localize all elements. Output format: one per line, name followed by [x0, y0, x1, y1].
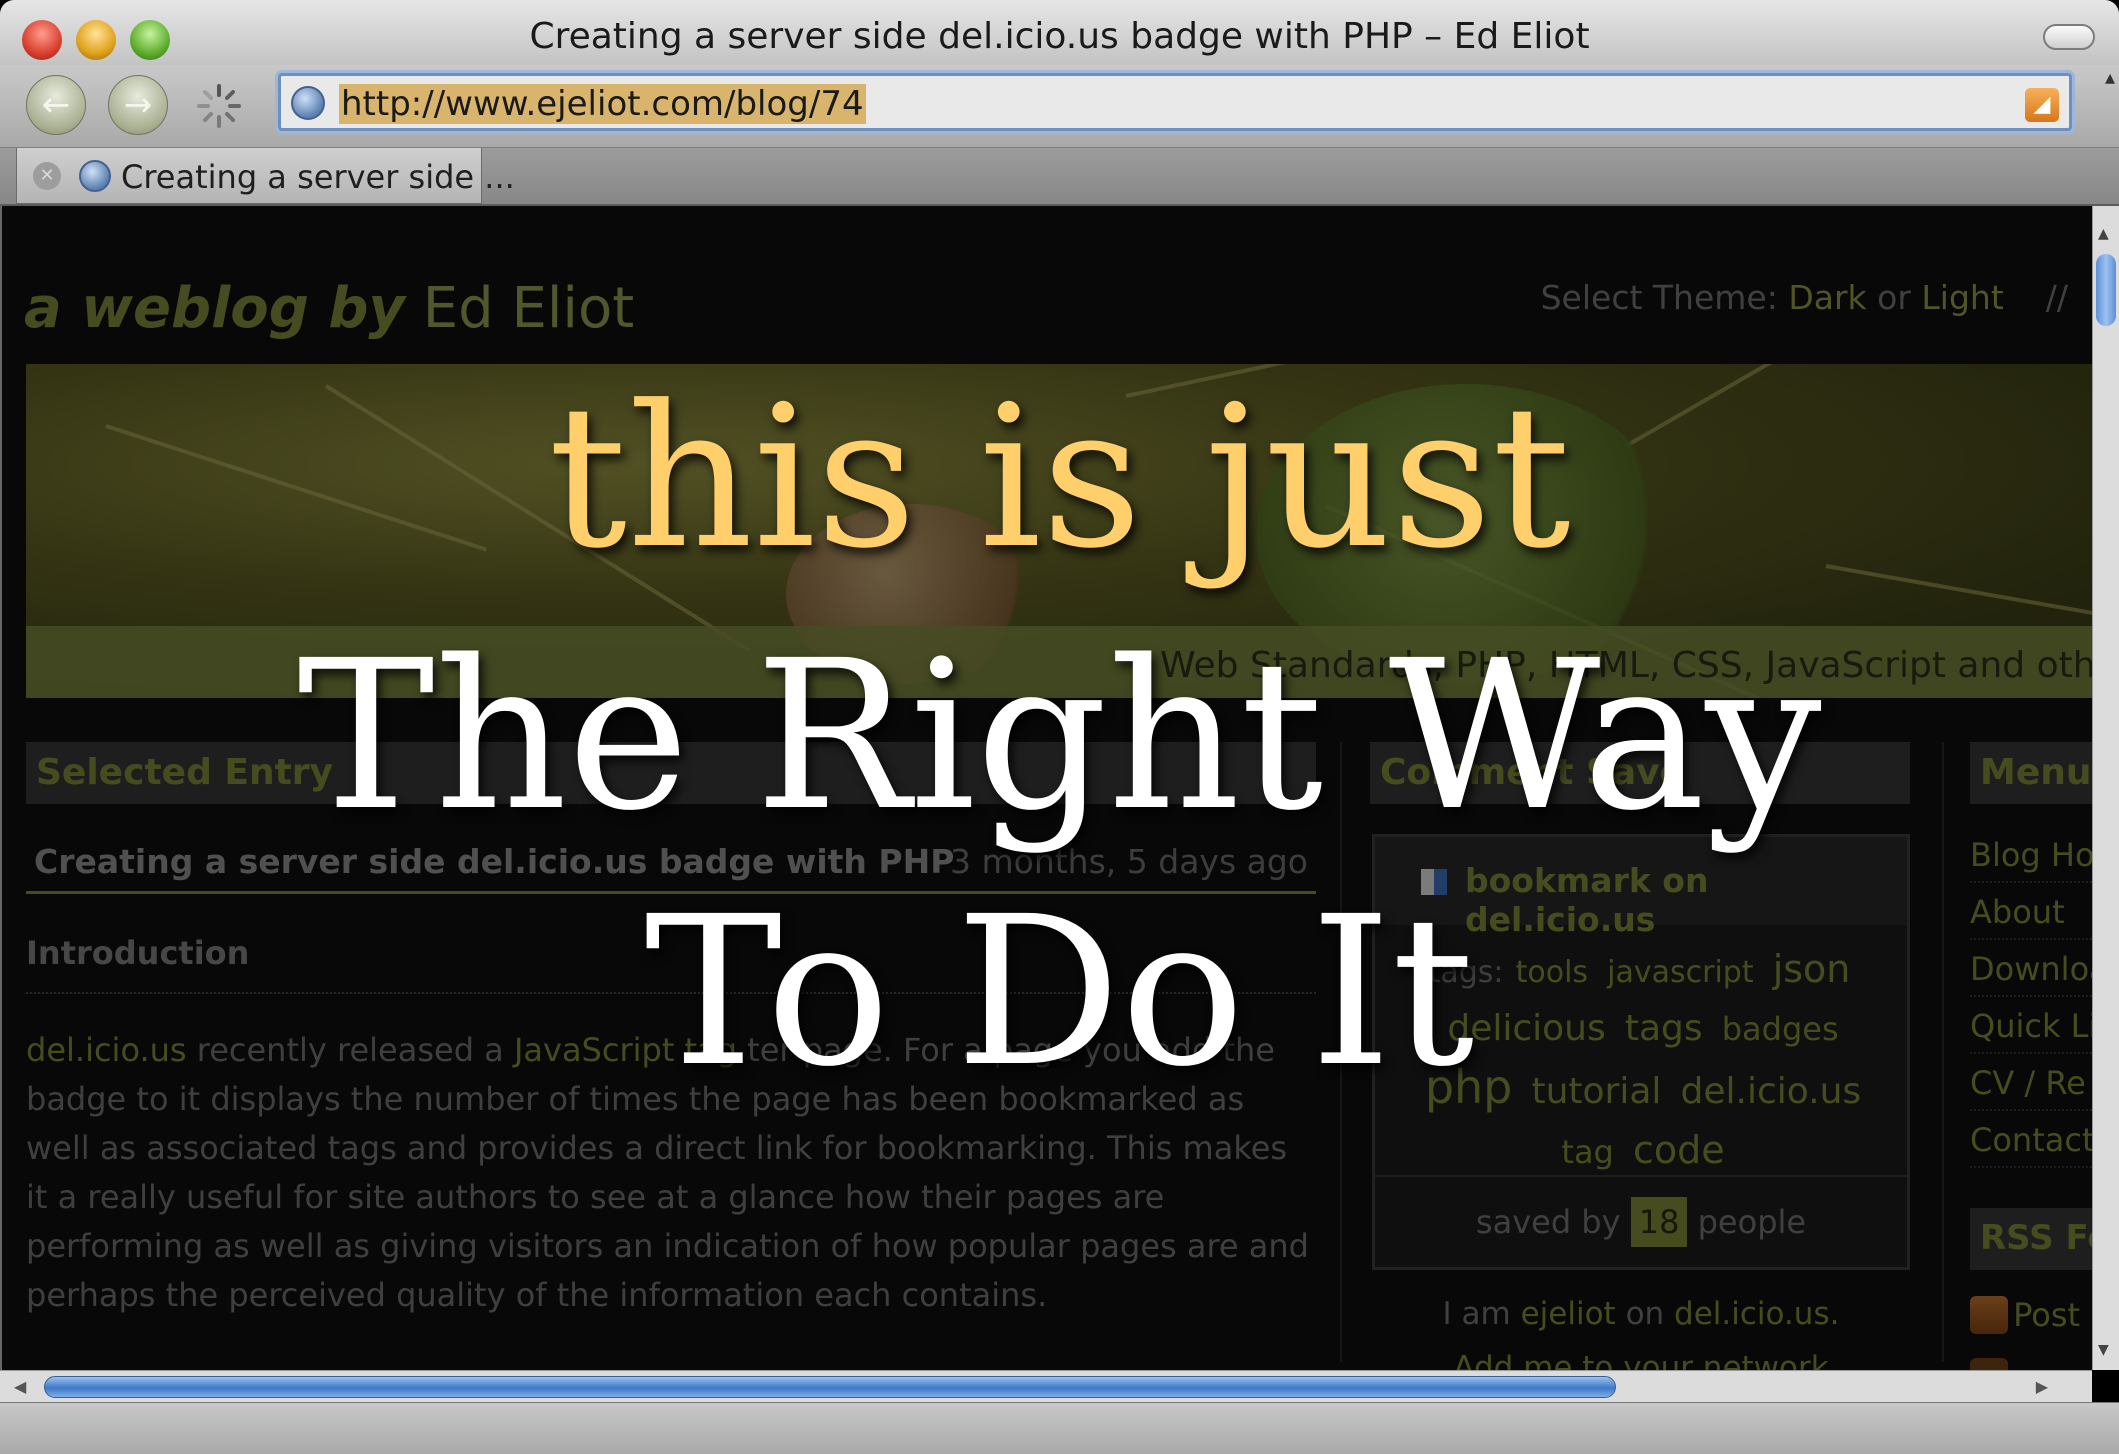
theme-or: or: [1877, 278, 1911, 317]
vertical-scroll-thumb[interactable]: [2096, 254, 2116, 326]
horizontal-scroll-thumb[interactable]: [44, 1376, 1616, 1398]
horizontal-scrollbar[interactable]: ◀ ▶: [0, 1370, 2092, 1402]
status-bar: [0, 1402, 2119, 1454]
rss-feed-icon: [1970, 1296, 2008, 1334]
blog-title-prefix: a weblog by: [24, 276, 405, 341]
scroll-down-icon[interactable]: ▼: [2098, 1342, 2109, 1358]
saved-prefix: saved by: [1475, 1203, 1621, 1241]
slide-line-1: this is just: [548, 364, 1571, 592]
toolbar-toggle-button[interactable]: [2043, 24, 2095, 50]
navigation-toolbar: ← → http://www.ejeliot.com/blog/74 ◢ ▴: [0, 65, 2119, 148]
theme-selector: Select Theme: Dark or Light //: [1541, 278, 2068, 317]
tag-link[interactable]: tag: [1561, 1133, 1613, 1171]
add-to-network-link[interactable]: Add me to your network: [1372, 1350, 1910, 1370]
tag-link[interactable]: code: [1633, 1128, 1725, 1172]
forward-arrow-icon: →: [123, 85, 153, 125]
profile-site-link[interactable]: del.icio.us.: [1674, 1296, 1839, 1332]
saved-count-row: saved by 18 people: [1375, 1175, 1907, 1267]
address-bar[interactable]: http://www.ejeliot.com/blog/74 ◢: [278, 73, 2072, 131]
tab-active[interactable]: ✕ Creating a server side ...: [16, 148, 515, 204]
loading-spinner-icon: [197, 84, 241, 128]
site-globe-icon: [291, 86, 325, 120]
menu-item-contact[interactable]: Contact: [1970, 1111, 2092, 1168]
rss-feeds-heading: RSS Fe: [1970, 1208, 2092, 1270]
theme-prefix: Select Theme:: [1540, 278, 1778, 317]
blog-title-name: Ed Eliot: [422, 276, 635, 341]
iam-mid: on: [1625, 1296, 1665, 1332]
caret-up-icon: ▴: [2104, 65, 2115, 89]
slide-line-2: The Right Way: [297, 616, 1822, 856]
slide-line-3: To Do It: [644, 872, 1475, 1112]
saved-count-badge: 18: [1630, 1197, 1688, 1247]
forward-button[interactable]: →: [108, 75, 168, 135]
back-button[interactable]: ←: [26, 75, 86, 135]
window-title: Creating a server side del.icio.us badge…: [529, 16, 1590, 57]
profile-user-link[interactable]: ejeliot: [1521, 1296, 1616, 1332]
saved-suffix: people: [1697, 1203, 1807, 1241]
rss-posts-label: Post: [2013, 1296, 2081, 1334]
rss-icon[interactable]: ◢: [2025, 88, 2059, 122]
url-text: http://www.ejeliot.com/blog/74: [339, 84, 866, 124]
theme-dark-link[interactable]: Dark: [1788, 278, 1866, 317]
tab-label: Creating a server side ...: [121, 158, 515, 196]
browser-window: Creating a server side del.icio.us badge…: [0, 0, 2119, 1454]
theme-light-link[interactable]: Light: [1921, 278, 2003, 317]
delicious-profile-line: I am ejeliot on del.icio.us.: [1372, 1296, 1910, 1332]
iam-prefix: I am: [1442, 1296, 1511, 1332]
tab-close-icon[interactable]: ✕: [33, 162, 61, 190]
url-field[interactable]: http://www.ejeliot.com/blog/74: [339, 84, 866, 124]
theme-separator: //: [2045, 278, 2068, 317]
scroll-left-icon[interactable]: ◀: [14, 1377, 26, 1396]
scroll-right-icon[interactable]: ▶: [2036, 1377, 2048, 1396]
rss-feed-icon[interactable]: [1970, 1358, 2008, 1370]
tab-bar: ✕ Creating a server side ...: [0, 148, 2119, 206]
scroll-up-icon[interactable]: ▲: [2098, 226, 2109, 242]
blog-title[interactable]: a weblog by Ed Eliot: [24, 276, 634, 341]
back-arrow-icon: ←: [41, 85, 71, 125]
rss-posts-link[interactable]: Post: [1970, 1296, 2092, 1346]
tab-globe-icon: [79, 160, 111, 192]
